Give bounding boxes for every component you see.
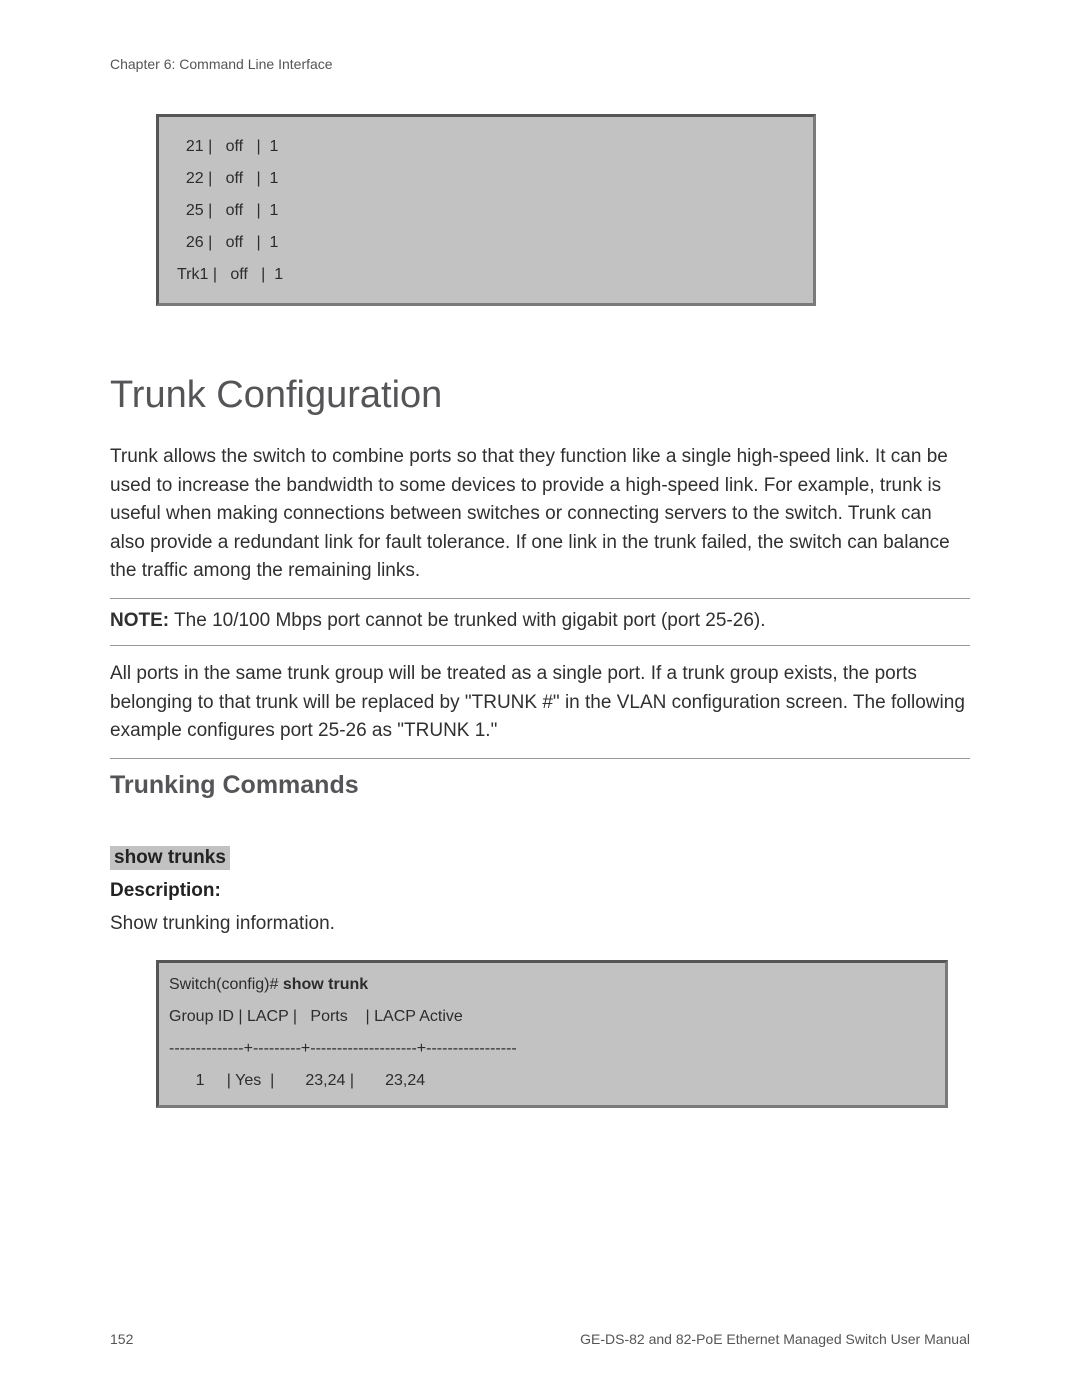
section-paragraph: All ports in the same trunk group will b… bbox=[110, 660, 970, 759]
page-footer: 152 GE-DS-82 and 82-PoE Ethernet Managed… bbox=[110, 1331, 970, 1347]
manual-title: GE-DS-82 and 82-PoE Ethernet Managed Swi… bbox=[580, 1331, 970, 1347]
code-separator-line: --------------+---------+---------------… bbox=[169, 1033, 935, 1065]
code-block-port-table: 21 | off | 1 22 | off | 1 25 | off | 1 2… bbox=[156, 114, 816, 306]
note-label: NOTE: bbox=[110, 610, 169, 631]
cli-prompt: Switch(config)# bbox=[169, 976, 283, 993]
section-intro: Trunk allows the switch to combine ports… bbox=[110, 443, 970, 586]
code-header-line: Group ID | LACP | Ports | LACP Active bbox=[169, 1001, 935, 1033]
cli-command: show trunk bbox=[283, 976, 368, 993]
code-data-line: 1 | Yes | 23,24 | 23,24 bbox=[169, 1065, 935, 1097]
document-page: Chapter 6: Command Line Interface 21 | o… bbox=[0, 0, 1080, 1397]
code-line: 25 | off | 1 bbox=[177, 195, 795, 227]
subsection-title: Trunking Commands bbox=[110, 771, 970, 800]
page-number: 152 bbox=[110, 1331, 133, 1347]
command-name: show trunks bbox=[110, 846, 230, 870]
code-line: 21 | off | 1 bbox=[177, 131, 795, 163]
code-block-show-trunk: Switch(config)# show trunk Group ID | LA… bbox=[156, 960, 948, 1108]
description-label: Description: bbox=[110, 880, 970, 902]
description-text: Show trunking information. bbox=[110, 910, 970, 939]
code-line: 22 | off | 1 bbox=[177, 163, 795, 195]
section-title: Trunk Configuration bbox=[110, 374, 970, 417]
chapter-header: Chapter 6: Command Line Interface bbox=[110, 56, 970, 72]
note-block: NOTE: The 10/100 Mbps port cannot be tru… bbox=[110, 598, 970, 647]
code-line: Trk1 | off | 1 bbox=[177, 259, 795, 291]
note-text: The 10/100 Mbps port cannot be trunked w… bbox=[169, 610, 765, 631]
code-line: 26 | off | 1 bbox=[177, 227, 795, 259]
code-prompt-line: Switch(config)# show trunk bbox=[169, 969, 935, 1001]
